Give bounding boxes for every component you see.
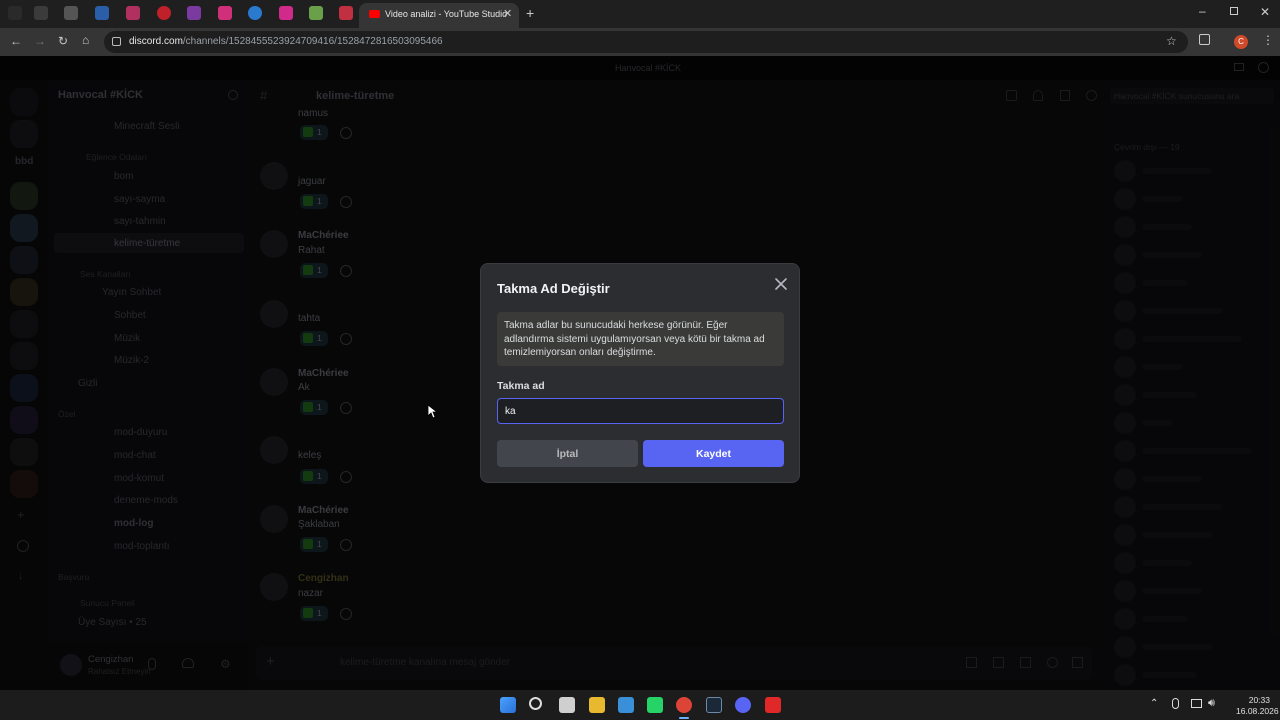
url-host: discord.com — [129, 36, 183, 47]
display-icon[interactable] — [1191, 699, 1202, 708]
tab-title: Video analizi - YouTube Studio — [385, 9, 508, 19]
url-path: /channels/1528455523924709416/1528472816… — [182, 36, 443, 47]
tab-youtube-studio[interactable]: Video analizi - YouTube Studio ✕ — [359, 3, 519, 28]
close-tab-icon[interactable]: ✕ — [503, 7, 512, 20]
discord-icon[interactable] — [735, 697, 751, 713]
tab-icon[interactable] — [339, 6, 353, 20]
tab-icon[interactable] — [187, 6, 201, 20]
tab-icon[interactable] — [64, 6, 78, 20]
windows-taskbar: ⌃ 🔊︎ 20:33 16.08.2026 — [0, 690, 1280, 720]
notice-text: Takma adlar bu sunucudaki herkese görünü… — [504, 320, 765, 358]
whatsapp-icon[interactable] — [647, 697, 663, 713]
restore-icon[interactable] — [1230, 7, 1238, 15]
save-button[interactable]: Kaydet — [643, 440, 784, 467]
new-tab-icon[interactable]: + — [526, 5, 534, 21]
cancel-button[interactable]: İptal — [497, 440, 638, 467]
youtube-icon — [369, 10, 380, 18]
profile-avatar[interactable]: C — [1234, 35, 1248, 49]
clock-date[interactable]: 16.08.2026 — [1236, 706, 1279, 716]
browser-tab-bar: Video analizi - YouTube Studio ✕ + – ✕ — [0, 0, 1280, 28]
change-nickname-modal: Takma Ad Değiştir Takma adlar bu sunucud… — [480, 263, 800, 483]
back-icon[interactable]: ← — [10, 34, 22, 48]
tab-icon[interactable] — [309, 6, 323, 20]
microphone-icon[interactable] — [1172, 698, 1179, 709]
active-app-indicator — [679, 717, 689, 719]
tab-icon[interactable] — [157, 6, 171, 20]
task-view-icon[interactable] — [559, 697, 575, 713]
tab-icon[interactable] — [8, 6, 22, 20]
tab-icon[interactable] — [126, 6, 140, 20]
site-info-icon[interactable] — [112, 37, 121, 46]
file-explorer-icon[interactable] — [589, 697, 605, 713]
app-icon[interactable] — [765, 697, 781, 713]
store-icon[interactable] — [618, 697, 634, 713]
nickname-label: Takma ad — [497, 380, 545, 392]
tab-icon[interactable] — [95, 6, 109, 20]
volume-icon[interactable]: 🔊︎ — [1208, 697, 1215, 710]
modal-title: Takma Ad Değiştir — [497, 281, 610, 296]
nickname-input[interactable] — [497, 398, 784, 424]
home-icon[interactable]: ⌂ — [82, 33, 89, 47]
browser-address-bar: ← → ↻ ⌂ discord.com/channels/15284555239… — [0, 28, 1280, 56]
tab-icon[interactable] — [279, 6, 293, 20]
tray-chevron-icon[interactable]: ⌃ — [1150, 698, 1158, 709]
clock-time[interactable]: 20:33 — [1236, 695, 1270, 705]
close-window-icon[interactable]: ✕ — [1260, 5, 1270, 19]
bookmark-star-icon[interactable]: ☆ — [1166, 34, 1177, 48]
forward-icon[interactable]: → — [34, 34, 46, 48]
extensions-icon[interactable] — [1199, 34, 1210, 45]
tab-icon[interactable] — [248, 6, 262, 20]
reload-icon[interactable]: ↻ — [58, 34, 68, 48]
tab-icon[interactable] — [34, 6, 48, 20]
url-bar[interactable]: discord.com/channels/1528455523924709416… — [104, 31, 1188, 53]
tab-icon[interactable] — [218, 6, 232, 20]
start-icon[interactable] — [500, 697, 516, 713]
steam-icon[interactable] — [706, 697, 722, 713]
chrome-icon[interactable] — [676, 697, 692, 713]
minimize-icon[interactable]: – — [1199, 4, 1206, 18]
close-icon[interactable] — [771, 274, 791, 294]
browser-menu-icon[interactable]: ⋮ — [1262, 33, 1274, 47]
search-icon[interactable] — [529, 697, 542, 710]
warning-notice: Takma adlar bu sunucudaki herkese görünü… — [497, 312, 784, 366]
